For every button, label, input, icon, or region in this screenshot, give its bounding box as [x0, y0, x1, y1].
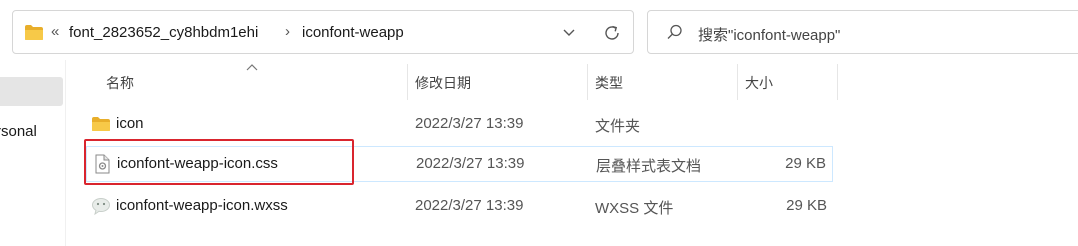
file-name[interactable]: iconfont-weapp-icon.wxss — [116, 197, 288, 214]
nav-selected-item[interactable] — [0, 77, 63, 106]
column-header-name[interactable]: 名称 — [106, 73, 134, 93]
nav-divider — [65, 60, 66, 246]
overflow-chevron[interactable]: « — [51, 23, 59, 40]
column-divider[interactable] — [587, 64, 588, 100]
address-bar[interactable]: « font_2823652_cy8hbdm1ehi › iconfont-we… — [12, 10, 634, 54]
column-header-type[interactable]: 类型 — [595, 73, 623, 93]
breadcrumb-separator[interactable]: › — [285, 23, 290, 40]
file-explorer-window: « font_2823652_cy8hbdm1ehi › iconfont-we… — [0, 0, 1078, 246]
file-name[interactable]: icon — [116, 115, 144, 132]
wechat-file-icon — [92, 198, 110, 216]
column-divider[interactable] — [737, 64, 738, 100]
file-date: 2022/3/27 13:39 — [416, 155, 525, 172]
refresh-icon[interactable] — [601, 22, 623, 44]
breadcrumb-current[interactable]: iconfont-weapp — [302, 24, 404, 41]
column-divider[interactable] — [407, 64, 408, 100]
file-type: WXSS 文件 — [595, 200, 674, 217]
file-date: 2022/3/27 13:39 — [415, 197, 524, 214]
search-icon — [667, 24, 682, 39]
nav-item-personal[interactable]: rsonal — [0, 123, 37, 140]
file-row[interactable]: iconfont-weapp-icon.wxss 2022/3/27 13:39… — [86, 188, 833, 224]
folder-icon — [92, 117, 110, 131]
sort-ascending-icon — [246, 64, 258, 71]
search-input[interactable]: 搜索"iconfont-weapp" — [698, 24, 840, 45]
highlight-annotation — [84, 139, 354, 185]
file-size: 29 KB — [786, 197, 827, 214]
column-header-date[interactable]: 修改日期 — [415, 73, 471, 93]
file-row[interactable]: icon 2022/3/27 13:39 文件夹 — [86, 106, 833, 142]
file-type: 文件夹 — [595, 118, 641, 135]
folder-icon — [25, 25, 43, 40]
column-header-size[interactable]: 大小 — [745, 73, 773, 93]
file-size: 29 KB — [785, 155, 826, 172]
breadcrumb-parent[interactable]: font_2823652_cy8hbdm1ehi — [69, 24, 258, 41]
search-box[interactable]: 搜索"iconfont-weapp" — [647, 10, 1078, 54]
file-type: 层叠样式表文档 — [596, 158, 702, 175]
column-divider[interactable] — [837, 64, 838, 100]
chevron-down-icon[interactable] — [561, 24, 577, 40]
file-date: 2022/3/27 13:39 — [415, 115, 524, 132]
